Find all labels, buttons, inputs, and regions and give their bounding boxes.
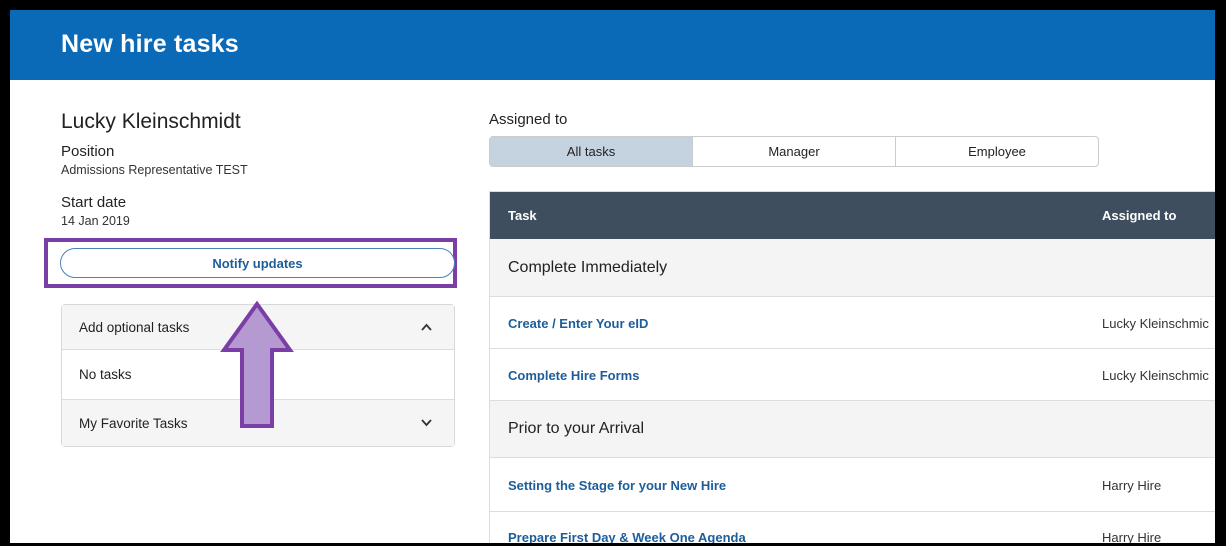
employee-name: Lucky Kleinschmidt <box>61 110 241 133</box>
task-link[interactable]: Complete Hire Forms <box>508 368 639 383</box>
group-title: Complete Immediately <box>508 259 668 276</box>
assigned-to-filter: All tasks Manager Employee <box>489 136 1099 167</box>
filter-all-tasks[interactable]: All tasks <box>490 137 693 166</box>
page-header: New hire tasks <box>10 10 1215 80</box>
task-assignee: Harry Hire <box>1102 530 1162 543</box>
chevron-up-icon <box>421 320 432 334</box>
tasks-table: Task Assigned to Complete Immediately Cr… <box>489 191 1215 543</box>
add-optional-tasks-label: Add optional tasks <box>79 319 190 335</box>
group-row: Complete Immediately <box>490 239 1215 297</box>
column-header-assigned-to: Assigned to <box>1102 208 1177 223</box>
start-date-value: 14 Jan 2019 <box>61 214 130 228</box>
position-value: Admissions Representative TEST <box>61 163 248 177</box>
task-link[interactable]: Create / Enter Your eID <box>508 316 648 331</box>
page-title: New hire tasks <box>61 30 239 58</box>
up-arrow-icon <box>220 300 294 428</box>
notify-updates-button[interactable]: Notify updates <box>60 248 455 278</box>
table-row: Prepare First Day & Week One Agenda Harr… <box>490 512 1215 543</box>
task-assignee: Lucky Kleinschmic <box>1102 316 1209 331</box>
my-favorite-tasks-label: My Favorite Tasks <box>79 415 188 431</box>
table-header: Task Assigned to <box>490 192 1215 239</box>
no-tasks-text: No tasks <box>79 367 132 382</box>
app-window: New hire tasks Lucky Kleinschmidt Positi… <box>10 10 1215 543</box>
group-row: Prior to your Arrival <box>490 401 1215 458</box>
assigned-to-label: Assigned to <box>489 111 568 128</box>
column-header-task: Task <box>508 208 537 223</box>
task-link[interactable]: Setting the Stage for your New Hire <box>508 478 726 493</box>
group-title: Prior to your Arrival <box>508 420 645 437</box>
chevron-down-icon <box>421 416 432 430</box>
position-label: Position <box>61 143 115 160</box>
task-assignee: Lucky Kleinschmic <box>1102 368 1209 383</box>
table-row: Setting the Stage for your New Hire Harr… <box>490 458 1215 512</box>
filter-employee[interactable]: Employee <box>896 137 1098 166</box>
filter-manager[interactable]: Manager <box>693 137 896 166</box>
table-row: Complete Hire Forms Lucky Kleinschmic <box>490 349 1215 401</box>
task-link[interactable]: Prepare First Day & Week One Agenda <box>508 530 746 543</box>
table-row: Create / Enter Your eID Lucky Kleinschmi… <box>490 297 1215 349</box>
task-assignee: Harry Hire <box>1102 478 1162 493</box>
start-date-label: Start date <box>61 194 127 211</box>
